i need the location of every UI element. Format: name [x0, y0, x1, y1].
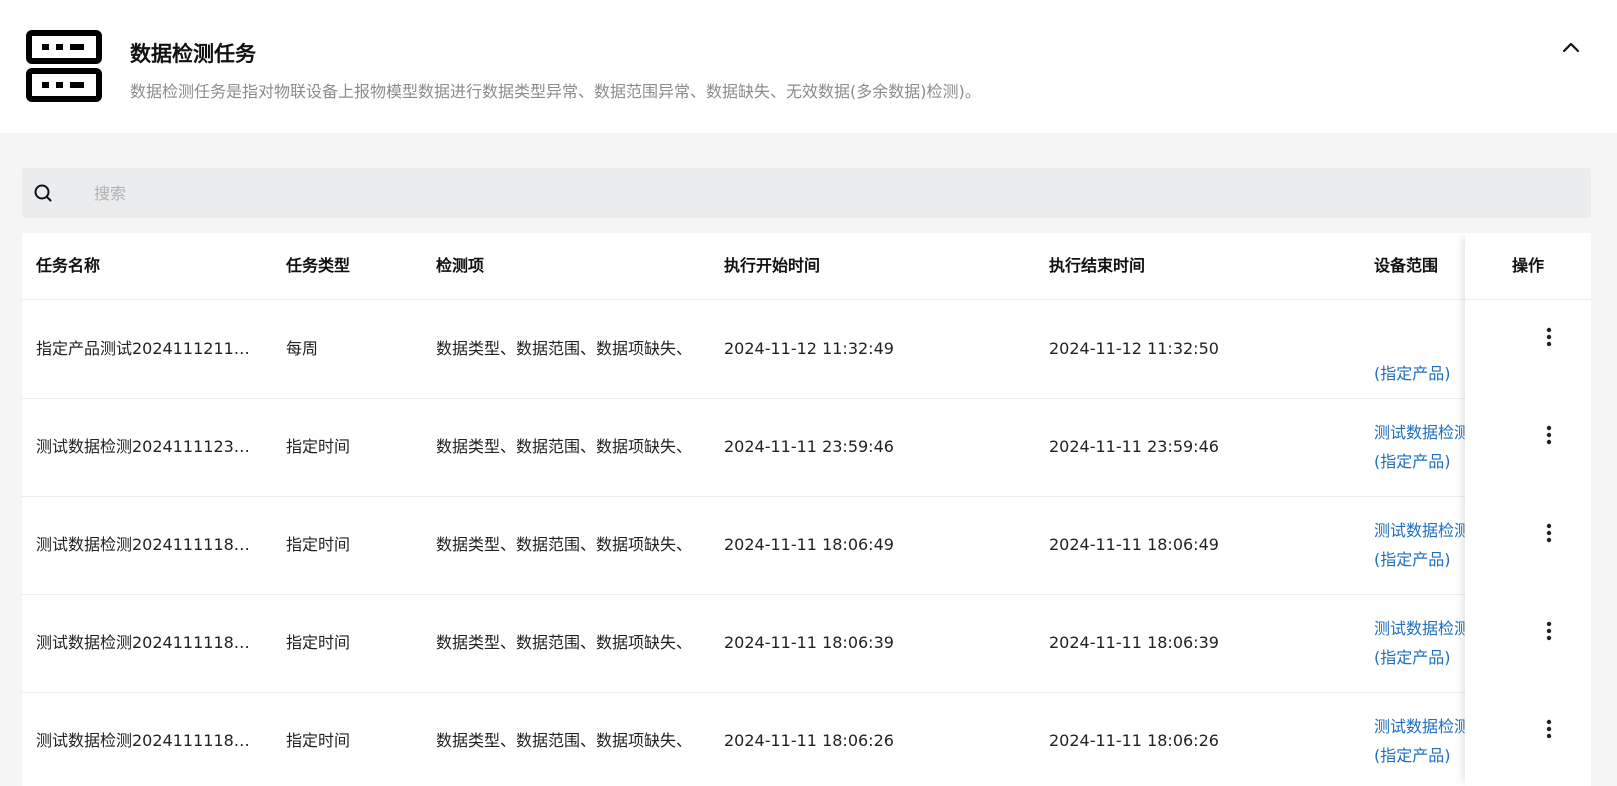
device-scope-link[interactable]: 测试数据检测 (指定产品) — [1374, 692, 1469, 786]
table-row: 测试数据检测2024111123… 指定时间 数据类型、数据范围、数据项缺失、 … — [22, 398, 1591, 497]
device-scope-link[interactable]: (指定产品) — [1374, 300, 1469, 398]
table-row: 指定产品测试2024111211… 每周 数据类型、数据范围、数据项缺失、 20… — [22, 300, 1591, 399]
table-row: 测试数据检测2024111118… 指定时间 数据类型、数据范围、数据项缺失、 … — [22, 692, 1591, 786]
task-type: 指定时间 — [286, 535, 351, 554]
end-time: 2024-11-11 23:59:46 — [1049, 437, 1219, 456]
more-vertical-icon — [1546, 719, 1552, 739]
start-time: 2024-11-11 18:06:49 — [724, 535, 894, 554]
search-icon — [34, 184, 52, 202]
task-name: 测试数据检测2024111123… — [36, 437, 250, 456]
detection-items: 数据类型、数据范围、数据项缺失、 — [436, 731, 693, 750]
start-time: 2024-11-12 11:32:49 — [724, 339, 894, 358]
start-time: 2024-11-11 18:06:26 — [724, 731, 894, 750]
more-vertical-icon — [1546, 327, 1552, 347]
column-header-name: 任务名称 — [36, 256, 101, 275]
device-scope-kind: (指定产品) — [1374, 364, 1451, 383]
task-name: 测试数据检测2024111118… — [36, 731, 250, 750]
page-title: 数据检测任务 — [130, 42, 256, 66]
detection-items: 数据类型、数据范围、数据项缺失、 — [436, 633, 693, 652]
more-vertical-icon — [1546, 523, 1552, 543]
search-bar — [22, 168, 1591, 218]
server-rack-icon — [26, 30, 102, 102]
device-scope-link[interactable]: 测试数据检测 (指定产品) — [1374, 496, 1469, 594]
more-vertical-icon — [1546, 425, 1552, 445]
column-header-items: 检测项 — [436, 256, 485, 275]
column-header-end-time: 执行结束时间 — [1049, 256, 1146, 275]
table-header: 任务名称 任务类型 检测项 执行开始时间 执行结束时间 设备范围 — [22, 233, 1591, 300]
table-row: 测试数据检测2024111118… 指定时间 数据类型、数据范围、数据项缺失、 … — [22, 496, 1591, 595]
row-more-button[interactable] — [1537, 322, 1561, 352]
task-type: 指定时间 — [286, 437, 351, 456]
search-input[interactable] — [72, 168, 1572, 218]
device-scope-name: 测试数据检测 — [1374, 521, 1469, 540]
device-scope-link[interactable]: 测试数据检测 (指定产品) — [1374, 398, 1469, 496]
start-time: 2024-11-11 23:59:46 — [724, 437, 894, 456]
more-vertical-icon — [1546, 621, 1552, 641]
page-description: 数据检测任务是指对物联设备上报物模型数据进行数据类型异常、数据范围异常、数据缺失… — [130, 82, 981, 101]
detection-items: 数据类型、数据范围、数据项缺失、 — [436, 535, 693, 554]
column-header-operations: 操作 — [1511, 256, 1544, 275]
task-name: 测试数据检测2024111118… — [36, 633, 250, 652]
end-time: 2024-11-11 18:06:39 — [1049, 633, 1219, 652]
device-scope-kind: (指定产品) — [1374, 648, 1451, 667]
device-scope-link[interactable]: 测试数据检测 (指定产品) — [1374, 594, 1469, 692]
detection-items: 数据类型、数据范围、数据项缺失、 — [436, 339, 693, 358]
collapse-button[interactable] — [1556, 32, 1586, 62]
table-row: 测试数据检测2024111118… 指定时间 数据类型、数据范围、数据项缺失、 … — [22, 594, 1591, 693]
chevron-up-icon — [1562, 42, 1580, 53]
end-time: 2024-11-12 11:32:50 — [1049, 339, 1219, 358]
end-time: 2024-11-11 18:06:26 — [1049, 731, 1219, 750]
row-more-button[interactable] — [1537, 518, 1561, 548]
task-type: 每周 — [286, 339, 319, 358]
column-header-start-time: 执行开始时间 — [724, 256, 821, 275]
row-more-button[interactable] — [1537, 616, 1561, 646]
page-header: 数据检测任务 数据检测任务是指对物联设备上报物模型数据进行数据类型异常、数据范围… — [0, 0, 1617, 133]
column-header-type: 任务类型 — [286, 256, 351, 275]
device-scope-name: 测试数据检测 — [1374, 423, 1469, 442]
task-name: 指定产品测试2024111211… — [36, 339, 250, 358]
row-more-button[interactable] — [1537, 714, 1561, 744]
start-time: 2024-11-11 18:06:39 — [724, 633, 894, 652]
device-scope-kind: (指定产品) — [1374, 550, 1451, 569]
end-time: 2024-11-11 18:06:49 — [1049, 535, 1219, 554]
task-type: 指定时间 — [286, 633, 351, 652]
device-scope-name: 测试数据检测 — [1374, 717, 1469, 736]
task-type: 指定时间 — [286, 731, 351, 750]
device-scope-name: 测试数据检测 — [1374, 619, 1469, 638]
task-name: 测试数据检测2024111118… — [36, 535, 250, 554]
device-scope-kind: (指定产品) — [1374, 746, 1451, 765]
operations-column — [1465, 233, 1591, 786]
task-table: 任务名称 任务类型 检测项 执行开始时间 执行结束时间 设备范围 指定产品测试2… — [22, 233, 1591, 786]
column-header-device-scope: 设备范围 — [1374, 256, 1439, 275]
detection-items: 数据类型、数据范围、数据项缺失、 — [436, 437, 693, 456]
device-scope-kind: (指定产品) — [1374, 452, 1451, 471]
row-more-button[interactable] — [1537, 420, 1561, 450]
